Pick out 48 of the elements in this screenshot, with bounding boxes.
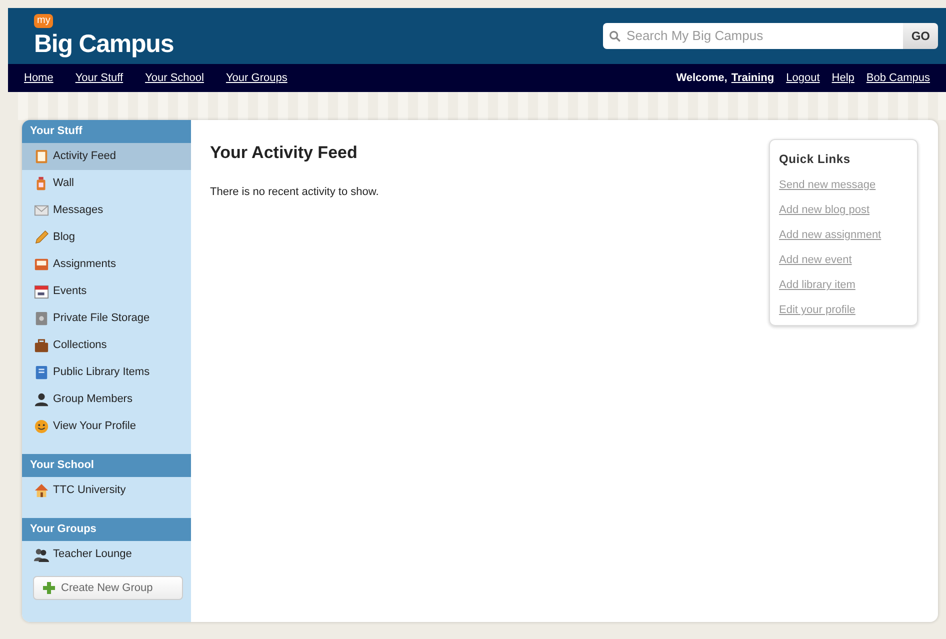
- nav-link[interactable]: Logout: [786, 70, 820, 86]
- safe-icon: [34, 311, 49, 326]
- search-icon: [609, 30, 622, 42]
- briefcase-icon: [34, 338, 49, 353]
- empty-message: There is no recent activity to show.: [210, 184, 379, 200]
- pencil-icon: [34, 230, 49, 245]
- people-icon: [34, 547, 49, 562]
- quick-links-title: Quick Links: [779, 151, 852, 168]
- sidebar-item[interactable]: Blog: [22, 224, 191, 251]
- section-header: Your Groups: [22, 518, 191, 541]
- go-button[interactable]: GO: [903, 23, 938, 49]
- nav-link[interactable]: Bob Campus: [866, 70, 930, 86]
- sidebar-item[interactable]: Messages: [22, 197, 191, 224]
- sidebar-item[interactable]: Activity Feed: [22, 143, 191, 170]
- logo-text: Big Campus: [34, 30, 174, 58]
- envelope-icon: [34, 203, 49, 218]
- create-group-button[interactable]: Create New Group: [33, 576, 183, 600]
- sidebar-item[interactable]: Assignments: [22, 251, 191, 278]
- logo-badge: my: [34, 14, 54, 28]
- house-icon: [34, 483, 49, 498]
- sidebar-item[interactable]: TTC University: [22, 477, 191, 504]
- sidebar-item[interactable]: Private File Storage: [22, 305, 191, 332]
- welcome-text: Welcome,: [676, 70, 728, 86]
- nav-link[interactable]: Help: [832, 70, 854, 86]
- sidebar-item[interactable]: View Your Profile: [22, 413, 191, 440]
- search-field[interactable]: Search My Big Campus: [626, 26, 898, 46]
- user-link[interactable]: Training: [731, 70, 774, 86]
- person-icon: [34, 392, 49, 407]
- nav-link[interactable]: Home: [24, 70, 54, 86]
- inbox-icon: [34, 257, 49, 272]
- section-header: Your Stuff: [22, 120, 191, 143]
- section-header: Your School: [22, 454, 191, 477]
- sidebar-item[interactable]: Group Members: [22, 386, 191, 413]
- sidebar-item[interactable]: Public Library Items: [22, 359, 191, 386]
- search-field[interactable]: Search My Big Campus: [603, 23, 904, 49]
- sidebar-item[interactable]: Events: [22, 278, 191, 305]
- sidebar-item[interactable]: Collections: [22, 332, 191, 359]
- nav-link[interactable]: Your Groups: [226, 70, 288, 86]
- nav-link[interactable]: Your Stuff: [75, 70, 124, 86]
- plus-icon: [42, 581, 56, 595]
- calendar-icon: [34, 284, 49, 299]
- nav-link[interactable]: Your School: [145, 70, 204, 86]
- book-icon: [34, 365, 49, 380]
- sidebar-item[interactable]: Wall: [22, 170, 191, 197]
- notepad-icon: [34, 149, 49, 164]
- page-title: Your Activity Feed: [210, 142, 358, 164]
- smiley-icon: [34, 419, 49, 434]
- sidebar-item[interactable]: Teacher Lounge: [22, 541, 191, 568]
